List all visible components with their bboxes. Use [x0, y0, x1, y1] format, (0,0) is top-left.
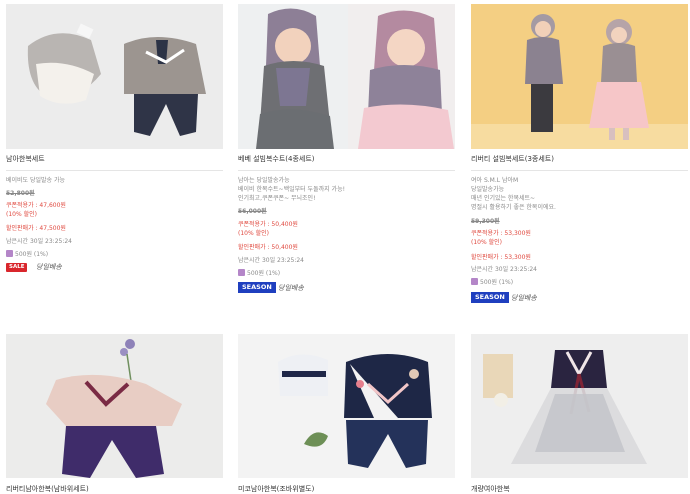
product-image[interactable]	[471, 4, 688, 149]
product-name[interactable]: 미코남아한복(조바위별도)	[238, 484, 314, 494]
product-image[interactable]	[471, 334, 688, 478]
product-image[interactable]	[6, 4, 223, 149]
product-desc: 명절시 활용하기 좋은 한복이에요.	[471, 204, 556, 211]
coupon-discount: (10% 할인)	[471, 239, 502, 246]
points-value: 500원 (1%)	[247, 270, 281, 277]
season-badge: SEASON	[238, 282, 276, 293]
time-left: 남은시간 30일 23:25:24	[238, 257, 304, 264]
product-image[interactable]	[238, 4, 455, 149]
product-card: 미코남아한복(조바위별도)	[238, 334, 455, 494]
product-name[interactable]: 남아한복세트	[6, 154, 45, 164]
list-price: 56,000원	[238, 208, 267, 215]
sale-price: 할인판매가 : 47,500원	[6, 225, 66, 232]
coupon-discount: (10% 할인)	[238, 230, 269, 237]
point-icon	[6, 250, 13, 257]
sale-price: 할인판매가 : 53,300원	[471, 254, 531, 261]
points-value: 500원 (1%)	[15, 251, 49, 258]
product-desc: 베이비도 당일발송 가능	[6, 177, 66, 184]
point-icon	[471, 278, 478, 285]
coupon-price: 쿠폰적용가 : 47,600원	[6, 202, 66, 209]
divider	[6, 170, 223, 171]
brand-logo: 당일배송	[278, 284, 304, 292]
product-desc: 당일발송가능	[471, 186, 505, 193]
points: 500원 (1%)	[471, 278, 513, 287]
product-desc: 매년 인기있는 한복세트~	[471, 195, 536, 202]
product-card: 리버티 설빔복세트(3종세트) 여아 S.M.L 남아M 당일발송가능 매년 인…	[471, 4, 688, 304]
list-price: 52,800원	[6, 190, 35, 197]
time-left: 남은시간 30일 23:25:24	[471, 266, 537, 273]
time-left: 남은시간 30일 23:25:24	[6, 238, 72, 245]
product-name[interactable]: 베베 설빔복수트(4종세트)	[238, 154, 315, 164]
product-card: 베베 설빔복수트(4종세트) 남아는 당일발송가능 베이비 한복수트~백일부터 …	[238, 4, 455, 294]
sale-price: 할인판매가 : 50,400원	[238, 244, 298, 251]
sale-badge: SALE	[6, 263, 28, 272]
product-name[interactable]: 리버티 설빔복세트(3종세트)	[471, 154, 554, 164]
points-value: 500원 (1%)	[480, 279, 514, 286]
product-card: 개량여아한복	[471, 334, 688, 494]
brand-logo: 당일배송	[511, 294, 537, 302]
divider	[471, 170, 688, 171]
season-badge: SEASON	[471, 292, 509, 303]
points: 500원 (1%)	[238, 269, 280, 278]
product-grid: 남아한복세트 베이비도 당일발송 가능 52,800원 쿠폰적용가 : 47,6…	[0, 0, 690, 494]
coupon-discount: (10% 할인)	[6, 211, 37, 218]
product-card: 리버티남아한복(남바위세트)	[6, 334, 223, 494]
list-price: 59,300원	[471, 218, 500, 225]
points: 500원 (1%)	[6, 250, 48, 259]
product-desc: 베이비 한복수트~백일부터 두돌까지 가능!	[238, 186, 345, 193]
product-name[interactable]: 리버티남아한복(남바위세트)	[6, 484, 89, 494]
divider	[238, 170, 455, 171]
coupon-price: 쿠폰적용가 : 50,400원	[238, 221, 298, 228]
product-card: 남아한복세트 베이비도 당일발송 가능 52,800원 쿠폰적용가 : 47,6…	[6, 4, 223, 279]
product-image[interactable]	[6, 334, 223, 478]
product-desc: 남아는 당일발송가능	[238, 177, 290, 184]
brand-logo: 당일배송	[36, 263, 62, 271]
product-desc: 여아 S.M.L 남아M	[471, 177, 519, 184]
coupon-price: 쿠폰적용가 : 53,300원	[471, 230, 531, 237]
product-name[interactable]: 개량여아한복	[471, 484, 510, 494]
point-icon	[238, 269, 245, 276]
product-image[interactable]	[238, 334, 455, 478]
product-desc: 인기최고,쿠폰쿠폰~ 무늬조인!	[238, 195, 316, 202]
